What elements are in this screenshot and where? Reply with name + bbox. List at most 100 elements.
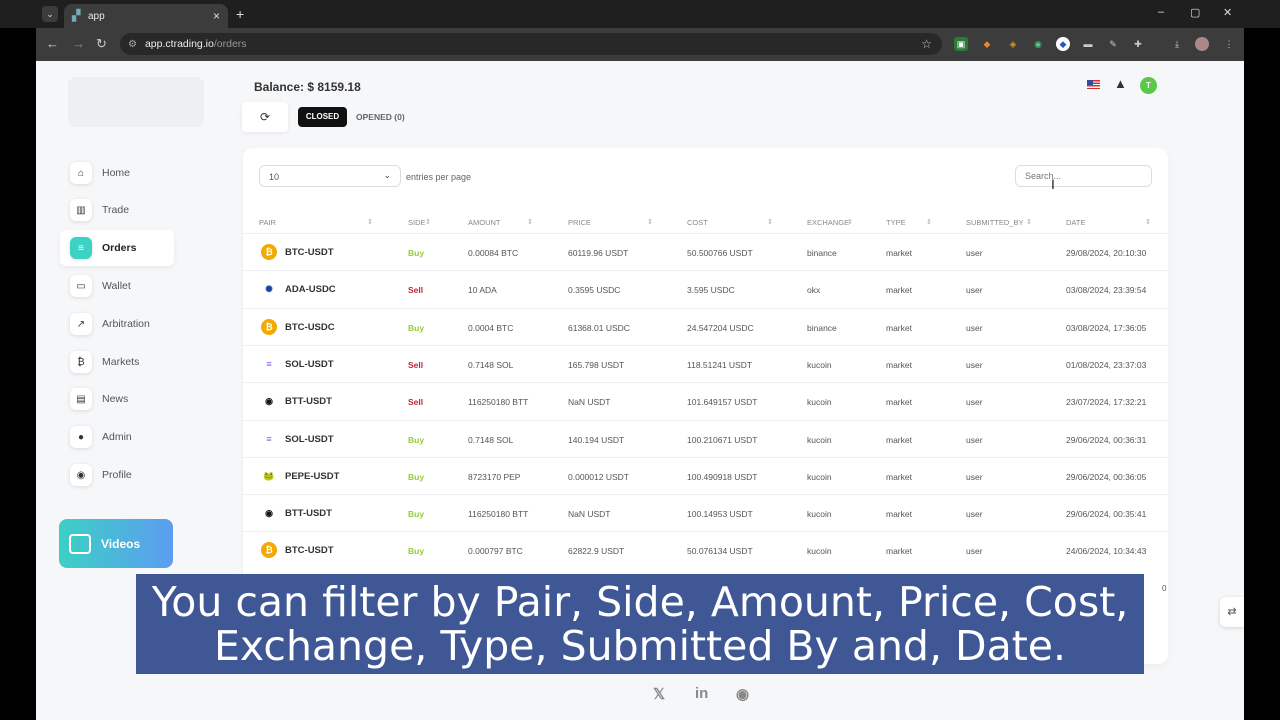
extension-icon[interactable]: ▣ (954, 37, 968, 51)
sidebar-item-label: Markets (102, 356, 140, 368)
pair-cell: BTT-USDT (285, 508, 332, 520)
entries-per-page-label: entries per page (406, 172, 472, 182)
sidebar-item-arbitration[interactable]: ↗ Arbitration (60, 306, 174, 342)
videos-button[interactable]: Videos (59, 519, 173, 568)
user-icon: ◉ (70, 464, 92, 486)
sort-icon[interactable]: ⇕ (647, 218, 653, 226)
sidebar-item-trade[interactable]: ▥ Trade (60, 192, 174, 228)
type-cell: market (886, 546, 912, 557)
profile-avatar-icon[interactable] (1195, 37, 1209, 51)
extension-icon[interactable]: ▬ (1081, 37, 1095, 51)
new-tab-button[interactable]: + (236, 6, 244, 22)
table-row[interactable]: ≡ SOL-USDT Sell 0.7148 SOL 165.798 USDT 118.5… (243, 344, 1168, 382)
sidebar-item-home[interactable]: ⌂ Home (60, 155, 174, 191)
by-cell: user (966, 397, 983, 408)
maximize-button[interactable]: ▢ (1190, 6, 1200, 19)
sort-icon[interactable]: ⇕ (847, 218, 853, 226)
tab-close-icon[interactable]: × (213, 9, 220, 23)
sort-icon[interactable]: ⇕ (926, 218, 932, 226)
sort-icon[interactable]: ⇕ (367, 218, 373, 226)
sidebar-item-label: Profile (102, 469, 132, 481)
address-bar[interactable]: ⚙ app.ctrading.io/orders ☆ (120, 33, 942, 55)
browser-tab[interactable]: ▞ app × (64, 4, 228, 28)
extension-icon[interactable]: ◈ (1006, 37, 1020, 51)
refresh-button[interactable]: ⟳ (242, 102, 288, 132)
download-icon[interactable]: ⤓ (1170, 37, 1184, 51)
sidebar-item-label: Arbitration (102, 318, 150, 330)
sort-icon[interactable]: ⇕ (767, 218, 773, 226)
table-row[interactable]: ≡ SOL-USDT Buy 0.7148 SOL 140.194 USDT 100.21… (243, 419, 1168, 457)
sidebar-item-wallet[interactable]: ▭ Wallet (60, 268, 174, 304)
sol-coin-icon: ≡ (261, 355, 277, 372)
table-row[interactable]: ◉ BTT-USDT Sell 116250180 BTT NaN USDT 101.64… (243, 382, 1168, 419)
column-header-price[interactable]: PRICE (568, 218, 591, 227)
amount-cell: 8723170 PEP (468, 471, 521, 482)
linkedin-icon[interactable]: in (695, 685, 708, 702)
avatar[interactable]: T (1140, 77, 1157, 94)
column-header-pair[interactable]: PAIR (259, 218, 276, 227)
back-icon[interactable]: ← (46, 37, 59, 51)
price-cell: 0.3595 USDC (568, 285, 621, 296)
table-row[interactable]: ₿ BTC-USDT Buy 0.000797 BTC 62822.9 USDT 50.0… (243, 531, 1168, 568)
tab-closed[interactable]: CLOSED (298, 107, 347, 127)
exchange-cell: okx (807, 285, 821, 296)
sort-icon[interactable]: ⇕ (425, 218, 431, 226)
chevron-down-icon: ⌄ (383, 170, 391, 180)
tab-opened[interactable]: OPENED (0) (356, 107, 405, 127)
table-row[interactable]: ✺ ADA-USDC Sell 10 ADA 0.3595 USDC 3.595 USDC… (243, 270, 1168, 307)
column-header-date[interactable]: DATE (1066, 218, 1085, 227)
page-size-select[interactable]: 10 ⌄ (259, 165, 401, 187)
us-flag-icon[interactable] (1087, 80, 1100, 89)
side-cell: Sell (408, 397, 424, 408)
menu-kebab-icon[interactable]: ⋮ (1222, 37, 1236, 51)
bookmark-star-icon[interactable]: ☆ (921, 37, 932, 51)
table-row[interactable]: ◉ BTT-USDT Buy 116250180 BTT NaN USDT 100.149… (243, 494, 1168, 531)
table-row[interactable]: 🐸 PEPE-USDT Buy 8723170 PEP 0.000012 USDT 100… (243, 456, 1168, 494)
column-header-type[interactable]: TYPE (886, 218, 906, 227)
table-row[interactable]: ₿ BTC-USDT Buy 0.00084 BTC 60119.96 USDT 50.5… (243, 233, 1168, 270)
discord-icon[interactable]: ◉ (736, 685, 749, 703)
sidebar-item-label: Trade (102, 204, 130, 216)
admin-icon: ● (70, 426, 92, 448)
pair-cell: SOL-USDT (285, 433, 334, 445)
metamask-icon[interactable]: ◆ (980, 37, 994, 51)
sort-icon[interactable]: ⇕ (1026, 218, 1032, 226)
extensions-puzzle-icon[interactable]: ✚ (1131, 37, 1145, 51)
x-twitter-icon[interactable]: 𝕏 (653, 685, 665, 703)
pair-cell: BTC-USDT (285, 545, 334, 557)
btc-coin-icon: ₿ (261, 318, 277, 335)
column-header-submitted-by[interactable]: SUBMITTED_BY (966, 218, 1024, 227)
search-input[interactable] (1015, 165, 1152, 187)
row-partial-text: 0 (1162, 584, 1167, 593)
sidebar-item-admin[interactable]: ● Admin (60, 419, 174, 455)
forward-icon[interactable]: → (72, 37, 85, 51)
side-cell: Buy (408, 546, 425, 557)
minimize-button[interactable]: – (1158, 6, 1164, 18)
sidebar-item-orders[interactable]: ≡ Orders (60, 230, 174, 266)
shield-extension-icon[interactable]: ◆ (1056, 37, 1070, 51)
pair-cell: SOL-USDT (285, 358, 334, 370)
site-info-icon[interactable]: ⚙ (128, 39, 137, 50)
exchange-cell: kucoin (807, 397, 832, 408)
column-header-cost[interactable]: COST (687, 218, 708, 227)
column-header-amount[interactable]: AMOUNT (468, 218, 501, 227)
column-header-side[interactable]: SIDE (408, 218, 426, 227)
sidebar-item-news[interactable]: ▤ News (60, 381, 174, 417)
sidebar-item-markets[interactable]: ₿ Markets (60, 344, 174, 380)
column-header-exchange[interactable]: EXCHANGE (807, 218, 849, 227)
amount-cell: 0.7148 SOL (468, 434, 514, 445)
sort-icon[interactable]: ⇕ (1145, 218, 1151, 226)
sidebar-item-profile[interactable]: ◉ Profile (60, 457, 174, 493)
tab-list-button[interactable]: ⌄ (42, 6, 58, 22)
reload-icon[interactable]: ↻ (96, 37, 107, 51)
by-cell: user (966, 285, 983, 296)
close-window-button[interactable]: ✕ (1223, 6, 1232, 19)
amount-cell: 0.000797 BTC (468, 546, 523, 557)
sort-icon[interactable]: ⇕ (527, 218, 533, 226)
pen-icon[interactable]: ✎ (1106, 37, 1120, 51)
bell-icon[interactable]: ▲ (1114, 76, 1127, 91)
side-widget-button[interactable]: ⇄ (1220, 597, 1244, 627)
by-cell: user (966, 359, 983, 370)
table-row[interactable]: ₿ BTC-USDC Buy 0.0004 BTC 61368.01 USDC 24.54… (243, 307, 1168, 345)
extension-icon[interactable]: ◉ (1031, 37, 1045, 51)
